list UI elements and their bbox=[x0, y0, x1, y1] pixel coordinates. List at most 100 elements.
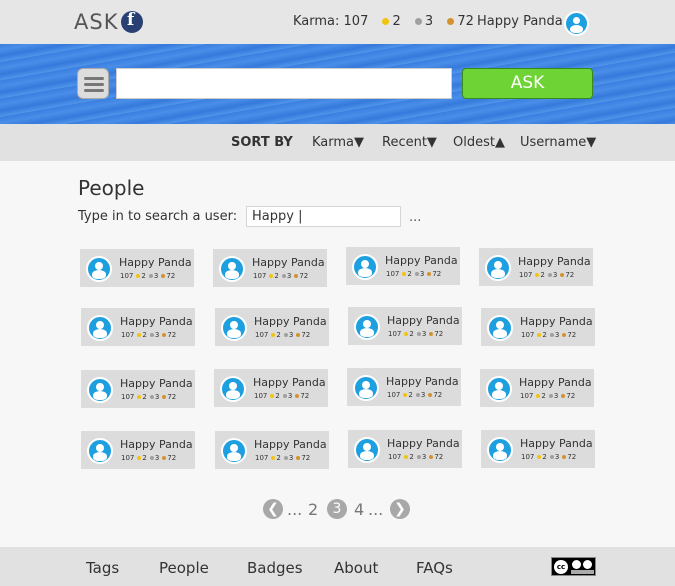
page-current[interactable]: 3 bbox=[327, 499, 347, 519]
user-card[interactable]: Happy Panda 107 2 3 72 bbox=[480, 369, 594, 407]
site-logo-text[interactable]: ASK bbox=[74, 10, 118, 34]
user-card[interactable]: Happy Panda 107 2 3 72 bbox=[348, 430, 462, 468]
bronze-badge-icon bbox=[162, 332, 167, 337]
question-search-input[interactable] bbox=[116, 68, 452, 99]
user-avatar-icon[interactable] bbox=[86, 256, 112, 282]
gold-badge-icon bbox=[536, 393, 541, 398]
user-card[interactable]: Happy Panda 107 2 3 72 bbox=[80, 249, 194, 287]
user-card-silver: 3 bbox=[153, 272, 159, 280]
user-avatar-icon[interactable] bbox=[487, 437, 513, 463]
ask-button[interactable]: ASK bbox=[462, 68, 593, 99]
user-card-name[interactable]: Happy Panda bbox=[519, 376, 592, 389]
user-card-name[interactable]: Happy Panda bbox=[386, 375, 459, 388]
user-card-name[interactable]: Happy Panda bbox=[252, 256, 325, 269]
user-card-name[interactable]: Happy Panda bbox=[254, 315, 327, 328]
user-card-name[interactable]: Happy Panda bbox=[387, 437, 460, 450]
user-card[interactable]: Happy Panda 107 2 3 72 bbox=[81, 431, 195, 469]
footer-link-about[interactable]: About bbox=[334, 559, 378, 577]
user-card-stats: 107 2 3 72 bbox=[121, 393, 176, 401]
user-card[interactable]: Happy Panda 107 2 3 72 bbox=[215, 431, 329, 469]
user-avatar-icon[interactable] bbox=[487, 315, 513, 341]
sort-username-option[interactable]: Username▼ bbox=[520, 135, 596, 150]
user-card[interactable]: Happy Panda 107 2 3 72 bbox=[481, 430, 595, 468]
user-card-name[interactable]: Happy Panda bbox=[254, 438, 327, 451]
search-more-ellipsis[interactable]: ... bbox=[409, 210, 421, 225]
footer-link-faqs[interactable]: FAQs bbox=[416, 559, 453, 577]
user-card[interactable]: Happy Panda 107 2 3 72 bbox=[214, 369, 328, 407]
chevron-left-icon[interactable]: ❮ bbox=[263, 499, 283, 519]
pagination-ellipsis-left: ... bbox=[287, 500, 303, 519]
user-avatar-icon[interactable] bbox=[220, 376, 246, 402]
bronze-badge-icon bbox=[296, 332, 301, 337]
page-2-link[interactable]: 2 bbox=[308, 500, 318, 519]
user-card-name[interactable]: Happy Panda bbox=[253, 376, 326, 389]
user-card[interactable]: Happy Panda 107 2 3 72 bbox=[347, 368, 461, 406]
sort-recent-option[interactable]: Recent▼ bbox=[382, 135, 437, 150]
user-card-karma: 107 bbox=[121, 393, 135, 401]
silver-badge-icon bbox=[149, 332, 154, 337]
user-avatar-icon[interactable] bbox=[485, 255, 511, 281]
footer-link-badges[interactable]: Badges bbox=[247, 559, 303, 577]
user-card-silver: 3 bbox=[420, 391, 426, 399]
user-card-name[interactable]: Happy Panda bbox=[520, 437, 593, 450]
user-card-name[interactable]: Happy Panda bbox=[385, 254, 458, 267]
user-card[interactable]: Happy Panda 107 2 3 72 bbox=[213, 249, 327, 287]
user-avatar-icon[interactable] bbox=[87, 315, 113, 341]
user-card-bronze: 72 bbox=[299, 272, 309, 280]
user-avatar-icon[interactable] bbox=[221, 438, 247, 464]
search-band: ASK bbox=[0, 44, 675, 124]
user-search-input[interactable]: Happy | bbox=[246, 206, 401, 227]
silver-badge-icon bbox=[549, 454, 554, 459]
user-card-karma: 107 bbox=[520, 392, 534, 400]
user-card-name[interactable]: Happy Panda bbox=[387, 314, 460, 327]
gold-badge-icon bbox=[137, 455, 142, 460]
user-avatar-icon[interactable] bbox=[353, 375, 379, 401]
user-avatar-icon[interactable] bbox=[87, 377, 113, 403]
silver-badge-icon bbox=[283, 332, 288, 337]
user-card[interactable]: Happy Panda 107 2 3 72 bbox=[215, 308, 329, 346]
bronze-badge-icon bbox=[562, 332, 567, 337]
user-card-name[interactable]: Happy Panda bbox=[119, 256, 192, 269]
user-card[interactable]: Happy Panda 107 2 3 72 bbox=[348, 307, 462, 345]
user-card-silver: 3 bbox=[154, 331, 160, 339]
user-card-silver: 3 bbox=[154, 454, 160, 462]
footer-link-people[interactable]: People bbox=[159, 559, 209, 577]
user-avatar-icon[interactable] bbox=[486, 376, 512, 402]
sort-karma-option[interactable]: Karma▼ bbox=[312, 135, 364, 150]
user-card-name[interactable]: Happy Panda bbox=[520, 315, 593, 328]
user-card-silver: 3 bbox=[552, 271, 558, 279]
user-card-gold: 2 bbox=[276, 331, 281, 339]
user-card-name[interactable]: Happy Panda bbox=[120, 438, 193, 451]
user-card-karma: 107 bbox=[121, 331, 135, 339]
fedora-logo-icon[interactable] bbox=[121, 10, 143, 33]
user-card-stats: 107 2 3 72 bbox=[121, 454, 176, 462]
footer-link-tags[interactable]: Tags bbox=[86, 559, 119, 577]
user-card[interactable]: Happy Panda 107 2 3 72 bbox=[81, 308, 195, 346]
user-card[interactable]: Happy Panda 107 2 3 72 bbox=[81, 370, 195, 408]
user-avatar-icon[interactable] bbox=[87, 438, 113, 464]
user-card-stats: 107 2 3 72 bbox=[255, 454, 310, 462]
user-avatar-icon[interactable] bbox=[354, 314, 380, 340]
user-avatar-icon[interactable] bbox=[221, 315, 247, 341]
user-card[interactable]: Happy Panda 107 2 3 72 bbox=[481, 308, 595, 346]
current-username[interactable]: Happy Panda bbox=[477, 14, 563, 29]
creative-commons-license-icon[interactable]: cc bbox=[551, 557, 596, 576]
user-avatar-icon[interactable] bbox=[352, 254, 378, 280]
user-card-karma: 107 bbox=[120, 272, 134, 280]
user-card-name[interactable]: Happy Panda bbox=[518, 255, 591, 268]
user-card-karma: 107 bbox=[519, 271, 533, 279]
page-4-link[interactable]: 4 bbox=[354, 500, 364, 519]
user-card-name[interactable]: Happy Panda bbox=[120, 377, 193, 390]
user-card-stats: 107 2 3 72 bbox=[520, 392, 575, 400]
user-card-stats: 107 2 3 72 bbox=[255, 331, 310, 339]
user-card-name[interactable]: Happy Panda bbox=[120, 315, 193, 328]
user-avatar-icon[interactable] bbox=[564, 11, 589, 36]
user-avatar-icon[interactable] bbox=[219, 256, 245, 282]
user-avatar-icon[interactable] bbox=[354, 437, 380, 463]
user-card[interactable]: Happy Panda 107 2 3 72 bbox=[346, 247, 460, 285]
sort-oldest-option[interactable]: Oldest▲ bbox=[453, 135, 505, 150]
chevron-right-icon[interactable]: ❯ bbox=[390, 499, 410, 519]
user-card[interactable]: Happy Panda 107 2 3 72 bbox=[479, 248, 593, 286]
top-header: ASK Karma: 107 2 3 72 Happy Panda bbox=[0, 0, 675, 44]
menu-hamburger-button[interactable] bbox=[77, 68, 109, 99]
